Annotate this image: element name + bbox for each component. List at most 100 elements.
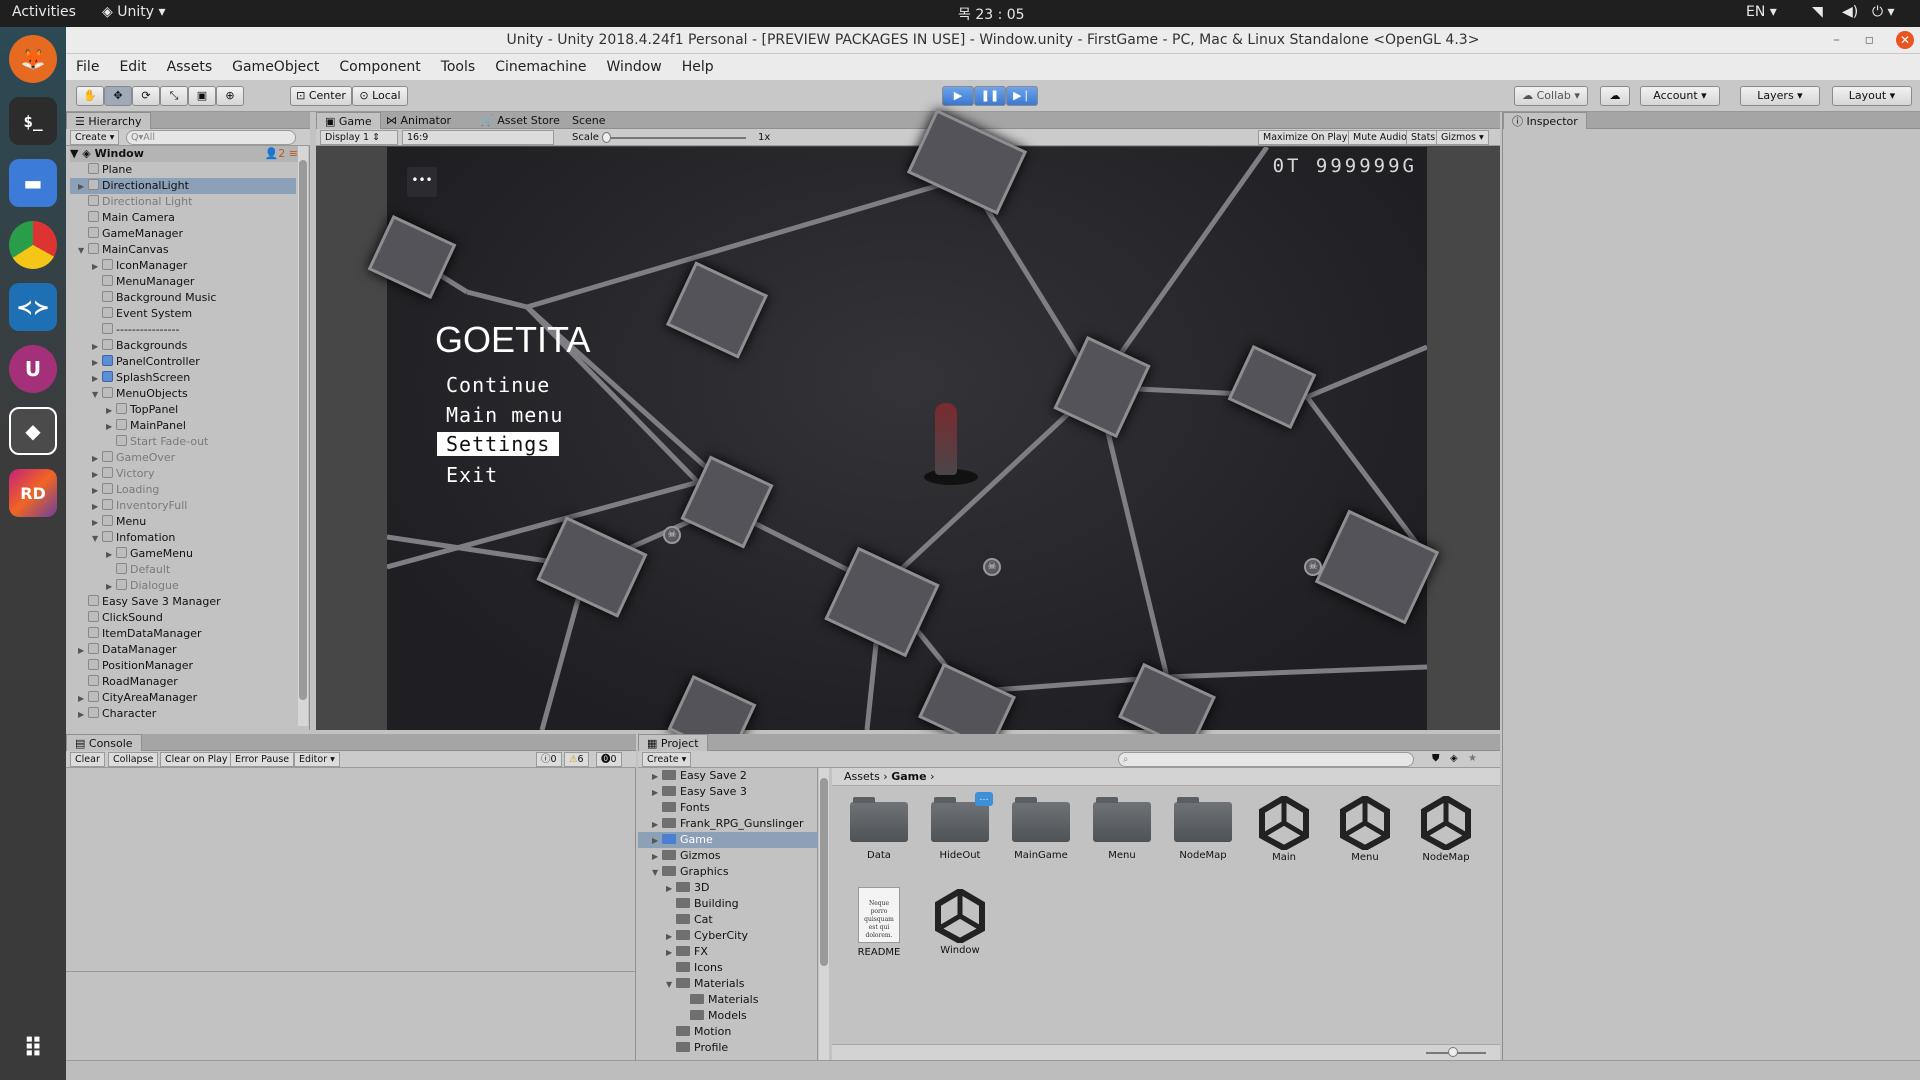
expand-arrow-icon[interactable]: ▶ (92, 515, 102, 531)
menu-continue[interactable]: Continue (446, 373, 550, 397)
hierarchy-item[interactable]: ▶ InventoryFull (70, 498, 296, 514)
menu-gameobject[interactable]: GameObject (232, 59, 319, 75)
asset-item[interactable]: Neque porro quisquam est qui dolorem. REA… (844, 885, 914, 958)
expand-arrow-icon[interactable]: ▶ (78, 707, 88, 723)
minimize-icon[interactable]: – (1833, 27, 1840, 53)
rotate-tool-icon[interactable]: ⟳ (132, 86, 160, 106)
console-error-count[interactable]: ⓿0 (596, 752, 622, 767)
console-editor-dropdown[interactable]: Editor ▾ (294, 752, 340, 767)
project-folder-item[interactable]: Cat (638, 912, 818, 928)
activities-button[interactable]: Activities (12, 4, 76, 20)
project-folder-item[interactable]: ▶ CyberCity (638, 928, 818, 944)
expand-arrow-icon[interactable]: ▶ (92, 467, 102, 483)
icon-size-slider-handle[interactable] (1448, 1047, 1458, 1057)
cloud-icon[interactable]: ☁ (1600, 86, 1630, 106)
hierarchy-item[interactable]: ▶ CityAreaManager (70, 690, 296, 706)
breadcrumb-assets[interactable]: Assets (844, 770, 880, 783)
menu-edit[interactable]: Edit (119, 59, 146, 75)
project-tree-scroll-thumb[interactable] (820, 778, 828, 966)
tab-console[interactable]: ▤ Console (66, 734, 142, 751)
console-collapse-button[interactable]: Collapse (108, 752, 159, 767)
hierarchy-item[interactable]: ▼ MenuObjects (70, 386, 296, 402)
tab-scene[interactable]: Scene (564, 112, 614, 129)
rect-tool-icon[interactable]: ▣ (188, 86, 216, 106)
tab-hierarchy[interactable]: ☰ Hierarchy (66, 112, 151, 129)
tab-inspector[interactable]: ⓘ Inspector (1503, 112, 1587, 129)
vscode-icon[interactable]: ≺≻ (9, 283, 57, 331)
hierarchy-item[interactable]: MenuManager (70, 274, 296, 290)
more-options-button[interactable]: ••• (407, 167, 437, 197)
console-info-count[interactable]: ⓘ0 (536, 752, 562, 767)
asset-item[interactable]: Menu (1330, 792, 1400, 863)
hierarchy-item[interactable]: RoadManager (70, 674, 296, 690)
volume-icon[interactable]: ◀) (1842, 4, 1858, 20)
expand-arrow-icon[interactable]: ▶ (106, 419, 116, 435)
breadcrumb-game[interactable]: Game (891, 770, 926, 783)
tab-asset-store[interactable]: 🛒 Asset Store (472, 112, 568, 129)
expand-arrow-icon[interactable]: ▼ (666, 977, 676, 993)
expand-arrow-icon[interactable]: ▶ (78, 179, 88, 195)
layers-dropdown[interactable]: Layers ▾ (1740, 86, 1820, 106)
expand-arrow-icon[interactable]: ▼ (652, 865, 662, 881)
console-clear-button[interactable]: Clear (70, 752, 105, 767)
expand-arrow-icon[interactable]: ▶ (652, 785, 662, 801)
hierarchy-item[interactable]: ClickSound (70, 610, 296, 626)
show-apps-icon[interactable]: ⠿ (9, 1025, 57, 1073)
asset-item[interactable]: Data (844, 792, 914, 861)
hierarchy-item[interactable]: Event System (70, 306, 296, 322)
hierarchy-item[interactable]: ▶ DirectionalLight (70, 178, 296, 194)
project-folder-item[interactable]: Icons (638, 960, 818, 976)
hierarchy-item[interactable]: ▶ Menu (70, 514, 296, 530)
favorite-icon[interactable]: ★ (1468, 753, 1477, 764)
hierarchy-item[interactable]: Default (70, 562, 296, 578)
display-select[interactable]: Display 1 ⇕ (320, 130, 398, 145)
tab-project[interactable]: ▦ Project (638, 734, 708, 751)
hierarchy-item[interactable]: GameManager (70, 226, 296, 242)
scale-slider[interactable] (606, 137, 746, 139)
hierarchy-item[interactable]: ▼ MainCanvas (70, 242, 296, 258)
hierarchy-item[interactable]: ▶ PanelController (70, 354, 296, 370)
firefox-icon[interactable]: 🦊 (9, 35, 57, 83)
layout-dropdown[interactable]: Layout ▾ (1832, 86, 1912, 106)
unity-hub-icon[interactable]: U (9, 345, 57, 393)
hierarchy-item[interactable]: Easy Save 3 Manager (70, 594, 296, 610)
expand-arrow-icon[interactable]: ▶ (666, 945, 676, 961)
project-folder-item[interactable]: ▶ Easy Save 3 (638, 784, 818, 800)
pivot-center-button[interactable]: ⊡ Center (290, 86, 352, 106)
rider-icon[interactable]: RD (9, 469, 57, 517)
project-folder-item[interactable]: ▶ FX (638, 944, 818, 960)
unity-editor-icon[interactable]: ◆ (9, 407, 57, 455)
hierarchy-item[interactable]: PositionManager (70, 658, 296, 674)
menu-component[interactable]: Component (339, 59, 420, 75)
console-clear-on-play-button[interactable]: Clear on Play (160, 752, 233, 767)
expand-arrow-icon[interactable]: ▶ (652, 849, 662, 865)
project-folder-item[interactable]: ▶ 3D (638, 880, 818, 896)
hierarchy-item[interactable]: ---------------- (70, 322, 296, 338)
expand-arrow-icon[interactable]: ▶ (652, 817, 662, 833)
wifi-icon[interactable]: ◥ (1812, 4, 1823, 20)
app-menu[interactable]: ◈ Unity ▾ (102, 4, 166, 20)
hierarchy-item[interactable]: ▶ GameMenu (70, 546, 296, 562)
hierarchy-item[interactable]: ItemDataManager (70, 626, 296, 642)
hierarchy-item[interactable]: Directional Light (70, 194, 296, 210)
asset-item[interactable]: Menu (1087, 792, 1157, 861)
maximize-icon[interactable]: ▫ (1865, 27, 1875, 53)
mute-audio-toggle[interactable]: Mute Audio (1348, 130, 1412, 145)
terminal-icon[interactable]: $_ (9, 97, 57, 145)
hierarchy-item[interactable]: ▶ IconManager (70, 258, 296, 274)
skull-marker-icon[interactable]: ☠ (1304, 558, 1322, 576)
tab-game[interactable]: ▣ Game (316, 112, 381, 129)
hand-tool-icon[interactable]: ✋ (76, 86, 104, 106)
expand-arrow-icon[interactable]: ▶ (666, 881, 676, 897)
menu-cinemachine[interactable]: Cinemachine (495, 59, 586, 75)
menu-settings[interactable]: Settings (437, 432, 560, 456)
hierarchy-create-button[interactable]: Create ▾ (70, 130, 120, 145)
filter-label-icon[interactable]: ◈ (1450, 753, 1458, 764)
files-icon[interactable]: ▬ (9, 159, 57, 207)
project-folder-item[interactable]: Profile (638, 1040, 818, 1056)
hierarchy-item[interactable]: ▶ MainPanel (70, 418, 296, 434)
expand-arrow-icon[interactable]: ▶ (92, 259, 102, 275)
game-render[interactable]: ☠ ☠ ☠ ••• 0T 999999G GOETITA Continue Ma… (367, 109, 1440, 759)
menu-main-menu[interactable]: Main menu (446, 403, 563, 427)
hierarchy-item[interactable]: ▶ Victory (70, 466, 296, 482)
